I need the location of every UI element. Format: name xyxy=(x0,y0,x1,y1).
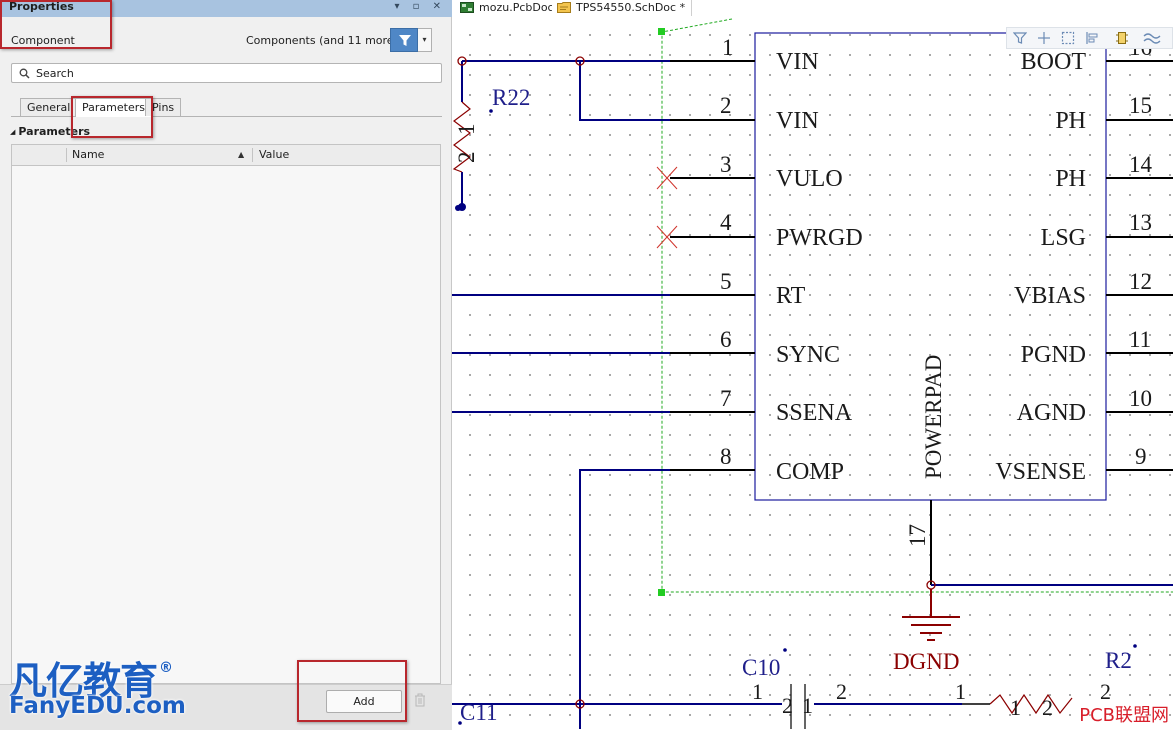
schematic-canvas[interactable]: 1 2 3 4 5 6 7 8 VIN VIN VULO PWRGD RT SY… xyxy=(452,17,1173,729)
select-area-icon[interactable] xyxy=(1061,31,1075,45)
left-pin-number: 1 xyxy=(722,35,734,60)
right-pin-name: VBIAS xyxy=(1014,283,1086,309)
right-pin-name: PH xyxy=(1055,166,1086,192)
selection-dashed-border xyxy=(661,18,1173,593)
r22-designator: R22 xyxy=(492,85,530,110)
left-pin-number: 7 xyxy=(720,386,732,411)
right-pin-number: 14 xyxy=(1129,152,1153,177)
right-pin-name: PGND xyxy=(1021,342,1086,368)
bottom-pin-number: 17 xyxy=(905,524,930,547)
schematic-doc-icon xyxy=(557,2,571,13)
column-separator xyxy=(252,148,253,162)
left-pin-name: SYNC xyxy=(776,342,840,368)
align-icon[interactable] xyxy=(1085,31,1099,45)
right-pin-number: 15 xyxy=(1129,93,1152,118)
schematic-active-bar xyxy=(1006,27,1173,49)
r2-designator: R2 xyxy=(1105,648,1132,673)
properties-panel: Properties ▾ ▫ ✕ Component Components (a… xyxy=(0,0,452,730)
trash-icon[interactable] xyxy=(414,693,426,707)
c10-inner-pin: 1 xyxy=(802,693,813,718)
search-input[interactable] xyxy=(36,65,436,81)
right-pin-name: LSG xyxy=(1041,225,1086,251)
c10-inner-pin: 2 xyxy=(782,693,793,718)
search-box[interactable] xyxy=(11,63,442,83)
right-pin-number: 11 xyxy=(1129,327,1151,352)
left-pin-name: VIN xyxy=(776,108,819,134)
document-tab-bar: mozu.PcbDoc TPS54550.SchDoc * xyxy=(452,0,1173,17)
filter-dropdown-arrow[interactable]: ▾ xyxy=(418,28,432,52)
left-pin-number: 5 xyxy=(720,269,732,294)
r2-inner-pin: 2 xyxy=(1042,695,1053,720)
c10-pin-number: 1 xyxy=(752,679,763,704)
c10-designator: C10 xyxy=(742,655,780,680)
doc-tab-schematic-label: TPS54550.SchDoc * xyxy=(576,1,686,14)
r2-pin-number: 1 xyxy=(955,679,966,704)
left-pin-number: 4 xyxy=(720,210,732,235)
c11-designator: C11 xyxy=(460,700,498,725)
c10-pin-number: 2 xyxy=(836,679,847,704)
left-pin-name: VULO xyxy=(776,166,843,192)
highlight-box-parameters-tab xyxy=(71,96,153,138)
r22-pin-number: 2 xyxy=(454,152,479,164)
left-pin-name: SSENA xyxy=(776,400,853,426)
components-filter-text: Components (and 11 more) xyxy=(246,34,398,47)
filter-button[interactable] xyxy=(390,28,418,52)
collapse-triangle-icon: ◢ xyxy=(10,128,16,136)
c10-ref-dot xyxy=(783,648,787,652)
parameters-table-header: Name ▲ Value xyxy=(12,145,440,166)
filter-icon[interactable] xyxy=(1013,31,1027,45)
parameters-table: Name ▲ Value xyxy=(11,144,441,684)
pcb-lianmeng-watermark: PCB联盟网 xyxy=(1079,705,1169,726)
wires xyxy=(452,60,1173,729)
column-header-name[interactable]: Name xyxy=(72,148,104,161)
left-pin-name: VIN xyxy=(776,49,819,75)
left-pin-number: 3 xyxy=(720,152,732,177)
schematic-drawing[interactable]: 1 2 3 4 5 6 7 8 VIN VIN VULO PWRGD RT SY… xyxy=(452,17,1173,729)
doc-tab-schematic[interactable]: TPS54550.SchDoc * xyxy=(552,0,693,16)
doc-tab-pcb-label: mozu.PcbDoc xyxy=(479,1,554,14)
fanyedu-url: FanyEDU.com xyxy=(9,693,186,719)
pcb-doc-icon xyxy=(460,2,474,13)
left-pin-number: 8 xyxy=(720,444,732,469)
column-header-value[interactable]: Value xyxy=(259,148,289,161)
highlight-box-add-button xyxy=(297,660,407,722)
filter-icon xyxy=(399,35,411,46)
right-pin-name: PH xyxy=(1055,108,1086,134)
left-pin-name: RT xyxy=(776,283,806,309)
right-pin-name: VSENSE xyxy=(995,459,1086,485)
r2-resistor[interactable] xyxy=(989,693,1073,715)
left-pin-number: 2 xyxy=(720,93,732,118)
selection-handle-top[interactable] xyxy=(658,28,665,35)
r22-pin-number: 1 xyxy=(454,124,479,136)
right-pin-name: BOOT xyxy=(1021,49,1087,75)
place-wire-icon[interactable] xyxy=(1143,31,1161,45)
left-pin-number: 6 xyxy=(720,327,732,352)
right-pin-name: AGND xyxy=(1017,400,1086,426)
r2-ref-dot xyxy=(1133,644,1137,648)
right-pin-number: 10 xyxy=(1129,386,1152,411)
selection-handle-bottom[interactable] xyxy=(658,589,665,596)
dgnd-label: DGND xyxy=(893,649,959,674)
left-pin-lines xyxy=(670,60,755,471)
highlight-box-component xyxy=(0,0,112,49)
right-pin-number: 12 xyxy=(1129,269,1152,294)
registered-mark: ® xyxy=(159,660,173,676)
right-pin-number: 13 xyxy=(1129,210,1152,235)
sort-ascending-icon: ▲ xyxy=(238,150,245,159)
doc-tab-pcb[interactable]: mozu.PcbDoc xyxy=(455,0,561,16)
right-pin-number: 9 xyxy=(1135,444,1147,469)
search-icon xyxy=(19,68,30,79)
tab-general[interactable]: General xyxy=(20,98,78,116)
r2-inner-pin: 1 xyxy=(1010,695,1021,720)
column-separator xyxy=(66,148,67,162)
junctions xyxy=(455,56,936,709)
no-erc-marker xyxy=(656,166,678,249)
place-part-icon[interactable] xyxy=(1115,31,1129,45)
panel-window-controls[interactable]: ▾ ▫ ✕ xyxy=(394,1,446,12)
left-pin-name: PWRGD xyxy=(776,225,863,251)
left-pin-name: COMP xyxy=(776,459,844,485)
bottom-pin-name: POWERPAD xyxy=(921,355,946,479)
move-cross-icon[interactable] xyxy=(1037,31,1051,45)
dgnd-power-port[interactable] xyxy=(902,589,960,641)
